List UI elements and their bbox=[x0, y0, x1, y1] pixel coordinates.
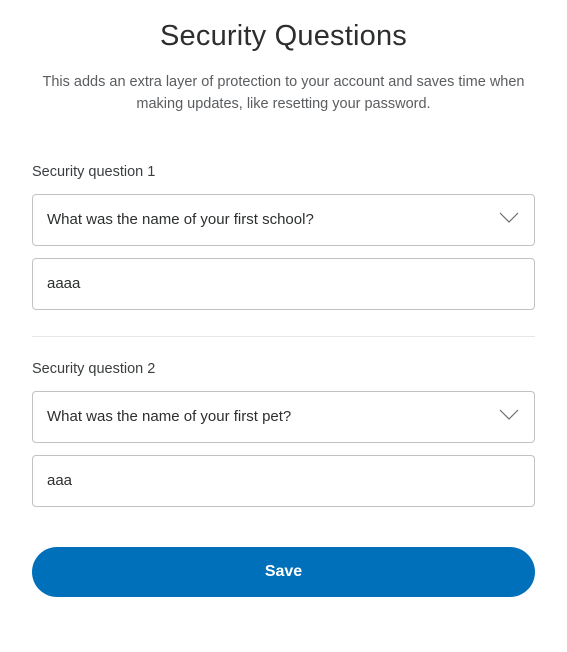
security-question-2-select[interactable]: What was the name of your first pet? bbox=[32, 391, 535, 443]
security-question-1-select-wrapper: What was the name of your first school? bbox=[32, 194, 535, 246]
security-question-1-label: Security question 1 bbox=[32, 164, 535, 180]
page-title: Security Questions bbox=[32, 20, 535, 53]
save-button[interactable]: Save bbox=[32, 547, 535, 597]
security-answer-1-input[interactable] bbox=[32, 258, 535, 310]
security-question-1-group: Security question 1 What was the name of… bbox=[32, 164, 535, 310]
divider bbox=[32, 336, 535, 337]
security-question-2-group: Security question 2 What was the name of… bbox=[32, 361, 535, 507]
security-question-2-label: Security question 2 bbox=[32, 361, 535, 377]
security-question-1-select[interactable]: What was the name of your first school? bbox=[32, 194, 535, 246]
page-subtitle: This adds an extra layer of protection t… bbox=[34, 71, 534, 116]
security-answer-2-input[interactable] bbox=[32, 455, 535, 507]
security-question-2-select-wrapper: What was the name of your first pet? bbox=[32, 391, 535, 443]
